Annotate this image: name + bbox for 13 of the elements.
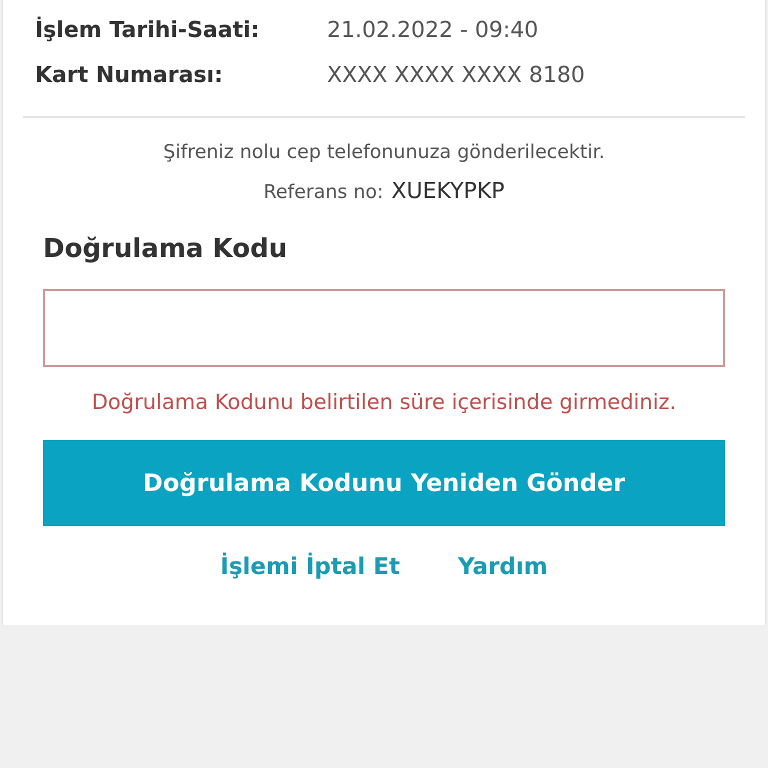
link[interactable]: Yardım — [458, 550, 548, 584]
detail-label: Kart Numarası: — [35, 62, 224, 90]
field-label: Doğrulama Kodu — [43, 232, 288, 266]
detail-value: XXXX XXXX XXXX 8180 — [327, 62, 585, 90]
info-text: Şifreniz nolu cep telefonunuza gönderilecektir. — [162, 140, 606, 165]
link[interactable]: İşlemi İptal Et — [220, 550, 400, 584]
detail-value: 21.02.2022 - 09:40 — [327, 17, 538, 45]
reference-code: XUEKYPKP — [391, 178, 505, 206]
detail-label: İşlem Tarihi-Saati: — [35, 16, 260, 45]
resend-button[interactable]: Doğrulama Kodunu Yeniden Gönder — [43, 440, 725, 526]
code-input-field[interactable] — [43, 288, 725, 366]
reference-label: Referans no: — [263, 180, 384, 204]
error-message: Doğrulama Kodunu belirtilen süre içerisinde girmediniz. — [90, 388, 678, 416]
